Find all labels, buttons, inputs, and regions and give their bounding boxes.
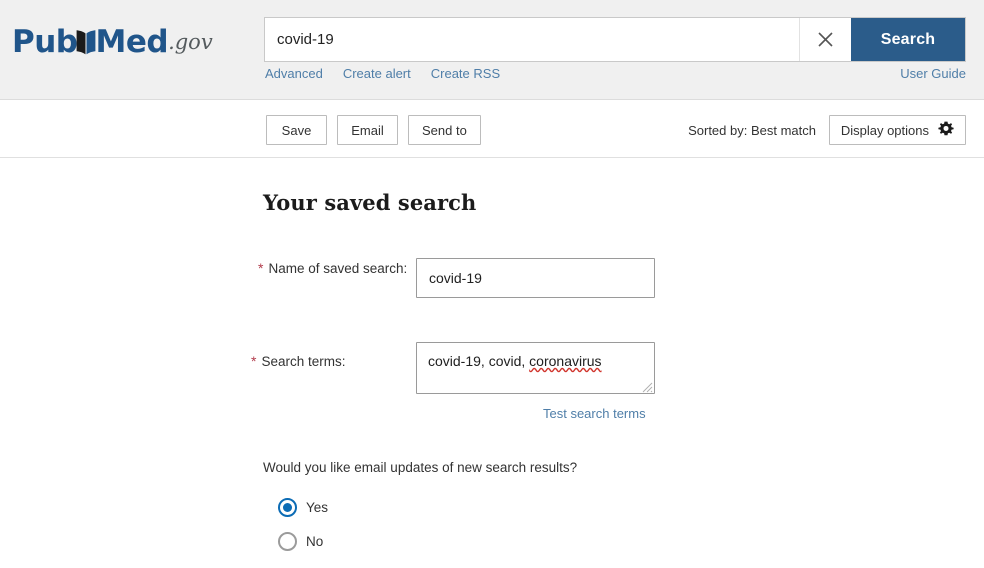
save-button[interactable]: Save	[266, 115, 327, 145]
email-updates-question: Would you like email updates of new sear…	[263, 460, 578, 475]
name-of-saved-search-label: * Name of saved search:	[258, 259, 408, 278]
search-button[interactable]: Search	[851, 18, 965, 61]
radio-yes-label: Yes	[306, 500, 329, 515]
search-input[interactable]	[265, 18, 799, 61]
pubmed-logo[interactable]: Pub Med .gov	[12, 18, 213, 66]
radio-yes-dot	[283, 503, 292, 512]
radio-yes-control[interactable]	[278, 498, 297, 517]
header-links: Advanced Create alert Create RSS	[265, 66, 500, 81]
logo-med-text: Med	[95, 23, 169, 60]
display-options-label: Display options	[840, 122, 929, 138]
close-icon	[816, 30, 835, 49]
resize-handle-icon[interactable]	[641, 380, 653, 393]
logo-gov-text: .gov	[168, 30, 213, 54]
display-options-button[interactable]: Display options	[828, 115, 966, 145]
clear-search-button[interactable]	[799, 18, 851, 61]
create-rss-link[interactable]: Create RSS	[431, 66, 500, 81]
site-header: Pub Med.gov Search Advanced Create alert …	[0, 0, 984, 100]
terms-plain-text: covid-19, covid,	[428, 353, 530, 369]
user-guide-link[interactable]: User Guide	[900, 66, 966, 81]
open-book-icon	[76, 28, 96, 57]
email-button[interactable]: Email	[337, 115, 398, 145]
search-bar: Search	[264, 17, 966, 62]
terms-label-text: Search terms:	[261, 354, 346, 369]
search-terms-label: * Search terms:	[251, 352, 416, 371]
send-to-button[interactable]: Send to	[408, 115, 481, 145]
toolbar-actions: Save Email Send to	[266, 115, 481, 145]
radio-option-no[interactable]: No	[278, 532, 323, 551]
sorted-by-label: Sorted by: Best match	[688, 123, 816, 138]
search-terms-field[interactable]: covid-19, covid, coronavirus	[416, 342, 655, 394]
advanced-link[interactable]: Advanced	[265, 66, 323, 81]
required-marker: *	[251, 353, 257, 369]
radio-no-label: No	[306, 534, 324, 549]
logo-pub-text: Pub	[12, 23, 78, 60]
terms-misspelled-text: coronavirus	[529, 353, 602, 369]
radio-no-control[interactable]	[278, 532, 297, 551]
page-title: Your saved search	[263, 190, 477, 215]
search-terms-text: covid-19, covid, coronavirus	[417, 343, 654, 370]
name-label-text: Name of saved search:	[268, 261, 408, 276]
required-marker: *	[258, 260, 264, 276]
create-alert-link[interactable]: Create alert	[343, 66, 411, 81]
test-search-terms-link[interactable]: Test search terms	[543, 406, 646, 421]
radio-option-yes[interactable]: Yes	[278, 498, 328, 517]
gear-icon	[938, 121, 954, 140]
saved-search-name-input[interactable]	[416, 258, 655, 298]
